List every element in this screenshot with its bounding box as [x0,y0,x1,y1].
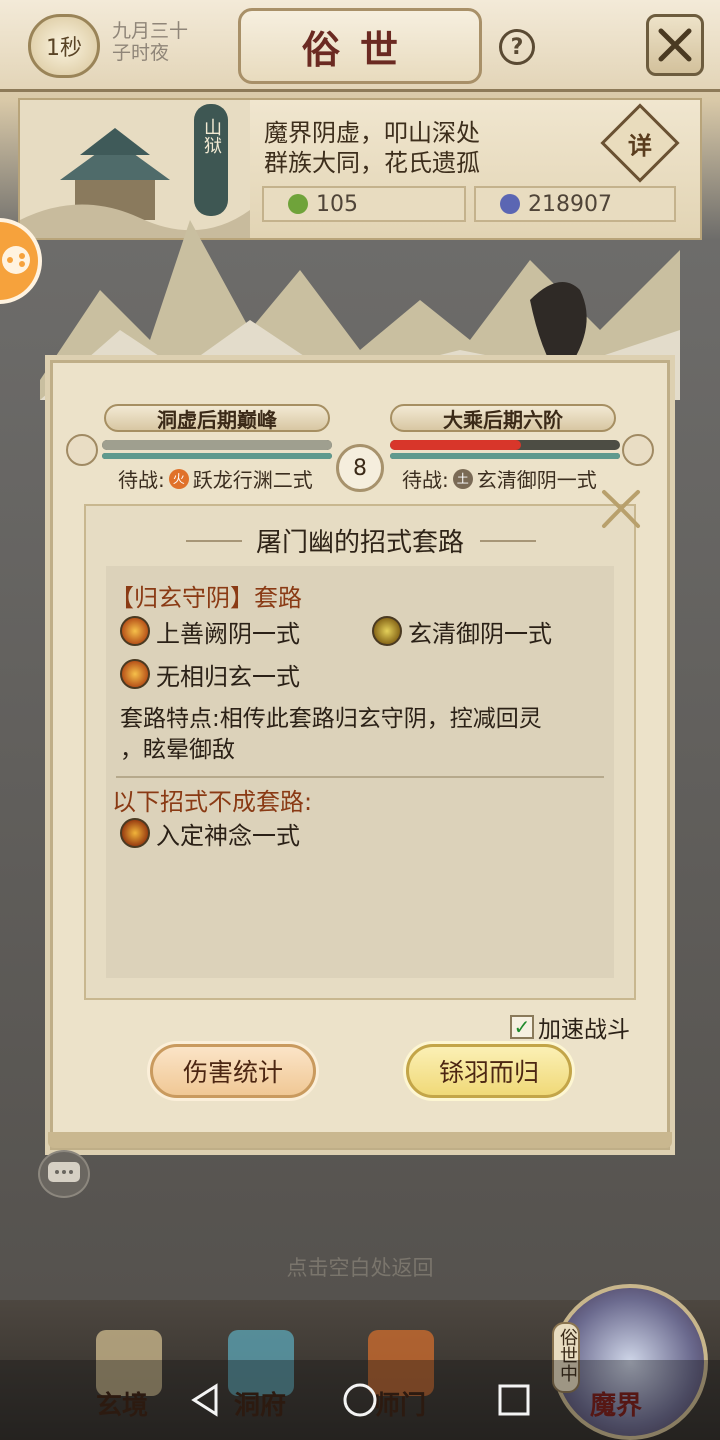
skill-name: 无相归玄一式 [156,662,300,691]
skill-name: 玄清御阴一式 [408,619,552,648]
damage-stats-button[interactable]: 伤害统计 [150,1044,316,1098]
home-icon[interactable] [340,1380,380,1420]
skill-item[interactable]: 无相归玄一式 [120,657,300,691]
checkbox[interactable]: ✓ [510,1015,534,1039]
top-bar: 1秒 九月三十 子时夜 俗世 ? [0,0,720,92]
right-sub-bar [390,453,620,459]
help-button[interactable]: ? [499,29,535,65]
location-desc-line-1: 魔界阴虚，叩山深处 [264,119,480,147]
right-hp-bar [390,440,620,450]
round-counter: 8 [336,444,384,492]
left-sub-bar [102,453,332,459]
tap-to-return-hint[interactable]: 点击空白处返回 [0,1252,720,1282]
speed-label: 加速战斗 [538,1017,630,1043]
left-standby: 待战: 火 跃龙行渊二式 [118,464,313,493]
page-title: 俗世 [238,8,482,84]
set-heading: 【归玄守阴】套路 [110,584,302,612]
left-hp-bar [102,440,332,450]
right-rank: 大乘后期六阶 [390,404,616,432]
feature-line-1: 套路特点:相传此套路归玄守阴，控减回灵 [120,706,542,732]
left-avatar-slot[interactable] [66,434,98,466]
skill-name: 上善阙阴一式 [156,619,300,648]
location-tag-text: 山狱 [201,118,222,154]
left-hp-fill [102,440,332,450]
right-hp-fill [390,440,522,450]
right-standby-prefix: 待战: [402,468,449,492]
location-description: 魔界阴虚，叩山深处 群族大同，花氏遗孤 [264,118,480,178]
left-standby-skill: 跃龙行渊二式 [192,468,313,492]
dialog-close-button[interactable] [598,486,644,532]
speed-battle-toggle[interactable]: ✓ 加速战斗 [510,1010,630,1044]
skill-icon [120,818,150,848]
back-icon[interactable] [186,1380,226,1420]
skill-item[interactable]: 入定神念一式 [120,816,300,850]
set-feature-text: 套路特点:相传此套路归玄守阴，控减回灵 ，眩晕御敌 [120,704,606,766]
right-standby: 待战: 土 玄清御阴一式 [402,464,597,493]
timer-badge[interactable]: 1秒 [28,14,100,78]
right-avatar-slot[interactable] [622,434,654,466]
scroll-edge [48,1132,672,1148]
left-rank: 洞虚后期巅峰 [104,404,330,432]
close-button[interactable] [646,14,704,76]
skill-icon [372,616,402,646]
chat-button[interactable] [38,1150,90,1198]
left-standby-prefix: 待战: [118,468,165,492]
location-desc-line-2: 群族大同，花氏遗孤 [264,149,480,177]
fire-element-icon: 火 [168,468,189,489]
dialog-title: 屠门幽的招式套路 [255,528,464,558]
date-line-1: 九月三十 [112,20,189,42]
close-icon [658,28,692,62]
earth-element-icon: 土 [452,468,473,489]
left-sub-fill [102,453,332,459]
feature-line-2: ，眩晕御敌 [120,737,235,763]
detail-label: 详 [628,131,652,160]
gamepad-icon [2,246,30,274]
skill-name: 入定神念一式 [156,821,300,850]
skill-item[interactable]: 玄清御阴一式 [372,614,552,648]
close-icon [602,490,640,528]
chat-icon [48,1162,80,1182]
skill-icon [120,616,150,646]
skill-icon [120,659,150,689]
divider [116,776,604,778]
nonset-heading: 以下招式不成套路: [112,788,313,816]
right-standby-skill: 玄清御阴一式 [476,468,597,492]
recent-apps-icon[interactable] [494,1380,534,1420]
retreat-button[interactable]: 铩羽而归 [406,1044,572,1098]
skill-item[interactable]: 上善阙阴一式 [120,614,300,648]
game-screen: 1秒 九月三十 子时夜 俗世 ? 山狱 魔界阴虚，叩山深处 群族大同，花氏遗孤 … [0,0,720,1440]
right-sub-fill [390,453,620,459]
date-line-2: 子时夜 [112,42,170,64]
game-date: 九月三十 子时夜 [112,20,188,64]
